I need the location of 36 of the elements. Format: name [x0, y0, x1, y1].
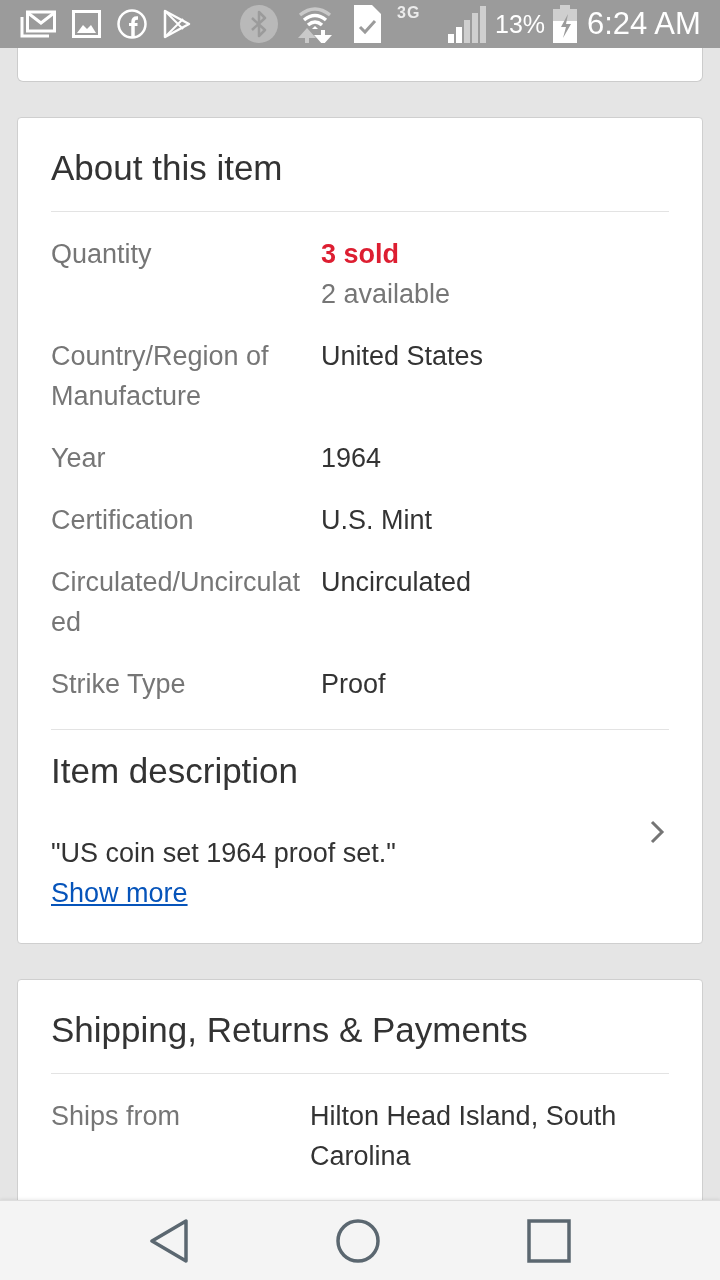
- wifi-icon: [298, 5, 332, 43]
- spec-label: Ships from: [51, 1100, 182, 1133]
- spec-label: Year: [51, 442, 107, 475]
- section-title: Item description: [51, 751, 300, 791]
- play-triangle-icon: [163, 9, 191, 39]
- mail-stack-icon: [20, 10, 56, 38]
- spec-label: Strike Type: [51, 668, 187, 701]
- sold-count: 3 sold: [321, 238, 401, 271]
- description-text: "US coin set 1964 proof set.": [51, 837, 396, 870]
- show-more-link[interactable]: Show more: [51, 873, 188, 913]
- spec-label: Circulated/Uncirculated: [51, 566, 302, 639]
- spec-value: Proof: [321, 668, 387, 701]
- spec-value: 1964: [321, 442, 383, 475]
- clock-time: 6:24 AM: [587, 7, 701, 41]
- home-icon[interactable]: [336, 1218, 380, 1263]
- spec-label: Certification: [51, 504, 195, 537]
- spec-label: Country/Region of Manufacture: [51, 340, 270, 413]
- bluetooth-icon: [240, 5, 278, 43]
- section-title: Shipping, Returns & Payments: [51, 1010, 529, 1050]
- chevron-right-icon[interactable]: [649, 819, 665, 845]
- image-icon: [72, 10, 101, 38]
- battery-icon: [553, 5, 577, 43]
- spec-label: Quantity: [51, 238, 153, 271]
- availability-text: 2 available: [321, 278, 452, 311]
- spec-value: U.S. Mint: [321, 504, 434, 537]
- spec-value: Hilton Head Island, South Carolina: [310, 1100, 618, 1173]
- recent-apps-icon[interactable]: [527, 1218, 571, 1263]
- spec-value: Uncirculated: [321, 566, 473, 599]
- f-logo-icon: [117, 9, 147, 39]
- document-check-icon: [354, 5, 381, 43]
- section-title: About this item: [51, 148, 284, 188]
- back-icon[interactable]: [149, 1218, 189, 1263]
- network-type-label: 3G: [397, 4, 421, 22]
- signal-icon: [448, 5, 487, 43]
- battery-percent: 13%: [495, 10, 546, 38]
- spec-value: United States: [321, 340, 485, 373]
